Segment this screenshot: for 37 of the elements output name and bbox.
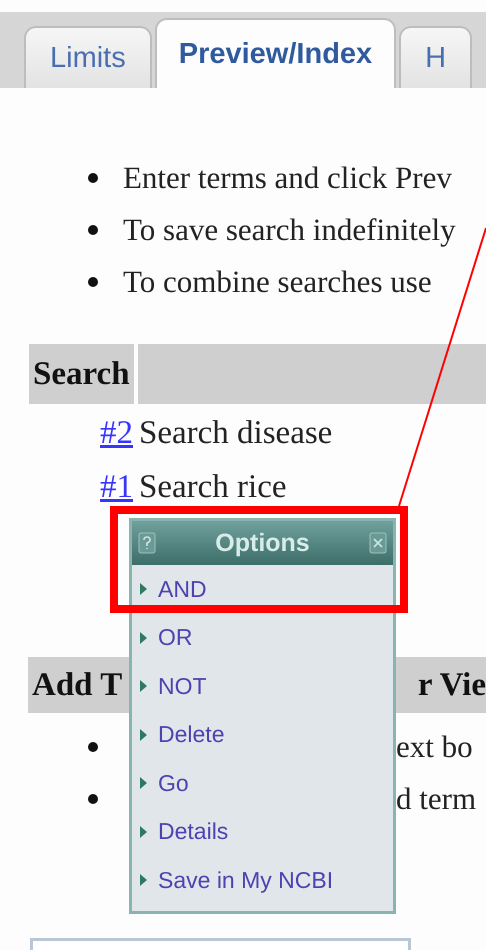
triangle-icon	[140, 679, 148, 694]
section-title: r Vie	[418, 666, 486, 704]
menu-item[interactable]: AND	[132, 565, 393, 614]
query-text: Search disease	[139, 414, 332, 452]
note-text: d term	[396, 781, 476, 817]
instruction-text: To combine searches use	[123, 264, 432, 300]
history-link[interactable]: #1	[100, 468, 133, 506]
triangle-icon	[140, 582, 148, 596]
history-link[interactable]: #2	[100, 414, 133, 452]
section-title: Add T	[32, 666, 122, 704]
help-icon[interactable]	[138, 532, 156, 554]
query-text: Search rice	[139, 468, 286, 506]
note-text: ext bo	[396, 729, 473, 765]
menu-item[interactable]: NOT	[132, 662, 393, 710]
tab[interactable]: Preview/Index	[154, 18, 396, 88]
instruction-text: Enter terms and click Prev	[123, 160, 452, 196]
tab[interactable]: H	[399, 26, 472, 88]
triangle-icon	[140, 728, 148, 742]
bullet-icon	[88, 742, 98, 752]
menu-item[interactable]: Go	[132, 759, 393, 808]
popup-title: Options	[215, 528, 310, 558]
triangle-icon	[140, 776, 148, 790]
triangle-icon	[140, 630, 148, 645]
menu-item[interactable]: Save in My NCBI	[132, 856, 393, 904]
menu-item[interactable]: Delete	[132, 710, 393, 759]
close-icon[interactable]	[369, 532, 387, 554]
bullet-icon	[88, 173, 98, 183]
triangle-icon	[140, 873, 148, 888]
column-header: Search	[29, 344, 134, 404]
bullet-icon	[88, 794, 98, 804]
bullet-icon	[88, 225, 98, 235]
triangle-icon	[140, 824, 148, 839]
instruction-text: To save search indefinitely	[123, 212, 456, 248]
tab[interactable]: Limits	[24, 26, 152, 88]
menu-item[interactable]: OR	[132, 614, 393, 662]
menu-item[interactable]: Details	[132, 808, 393, 856]
bullet-icon	[88, 277, 98, 287]
